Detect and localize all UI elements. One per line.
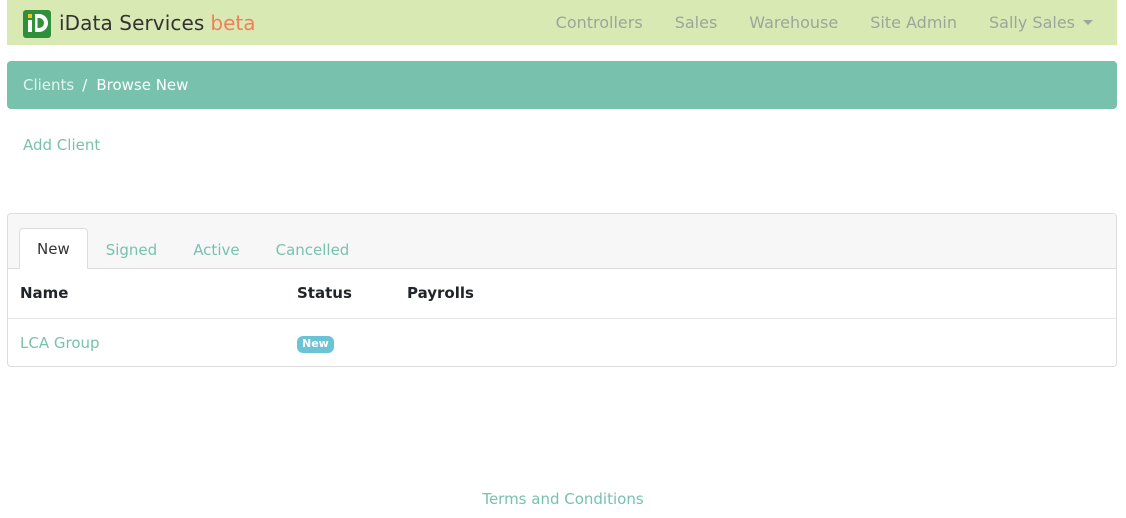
tab-signed[interactable]: Signed <box>88 229 175 269</box>
card-header: New Signed Active Cancelled <box>8 214 1116 269</box>
clients-card: New Signed Active Cancelled Name Status … <box>7 213 1117 367</box>
beta-label: beta <box>210 10 256 35</box>
status-tabs: New Signed Active Cancelled <box>19 228 367 269</box>
user-menu-label: Sally Sales <box>989 13 1075 32</box>
nav-link-site-admin[interactable]: Site Admin <box>870 13 957 32</box>
clients-table: Name Status Payrolls LCA Group New <box>8 269 1116 366</box>
user-menu-dropdown[interactable]: Sally Sales <box>989 13 1093 32</box>
status-badge: New <box>297 335 334 353</box>
add-client-link[interactable]: Add Client <box>23 136 100 154</box>
breadcrumb: Clients / Browse New <box>7 61 1117 109</box>
top-navbar: iData Services beta Controllers Sales Wa… <box>7 0 1117 45</box>
client-name-link[interactable]: LCA Group <box>20 334 100 352</box>
brand-name: iData Services <box>59 10 205 35</box>
table-row: LCA Group New <box>8 318 1116 366</box>
nav-link-controllers[interactable]: Controllers <box>556 13 643 32</box>
brand-link[interactable]: iData Services beta <box>23 8 256 38</box>
column-header-status: Status <box>297 269 407 319</box>
nav-links: Controllers Sales Warehouse Site Admin S… <box>524 13 1093 32</box>
column-header-payrolls: Payrolls <box>407 269 1116 319</box>
breadcrumb-clients-link[interactable]: Clients <box>23 76 74 94</box>
cell-status: New <box>297 318 407 366</box>
nav-link-warehouse[interactable]: Warehouse <box>749 13 838 32</box>
breadcrumb-current: Browse New <box>96 76 189 94</box>
caret-down-icon <box>1083 20 1093 25</box>
idata-logo-icon <box>23 9 51 38</box>
cell-name: LCA Group <box>8 318 297 366</box>
tab-new[interactable]: New <box>19 228 88 269</box>
cell-payrolls <box>407 318 1116 366</box>
table-header-row: Name Status Payrolls <box>8 269 1116 319</box>
page: iData Services beta Controllers Sales Wa… <box>0 0 1126 518</box>
tab-active[interactable]: Active <box>175 229 257 269</box>
tab-cancelled[interactable]: Cancelled <box>258 229 368 269</box>
breadcrumb-separator: / <box>82 76 88 94</box>
nav-link-sales[interactable]: Sales <box>675 13 718 32</box>
column-header-name: Name <box>8 269 297 319</box>
terms-and-conditions-link[interactable]: Terms and Conditions <box>0 490 1126 508</box>
